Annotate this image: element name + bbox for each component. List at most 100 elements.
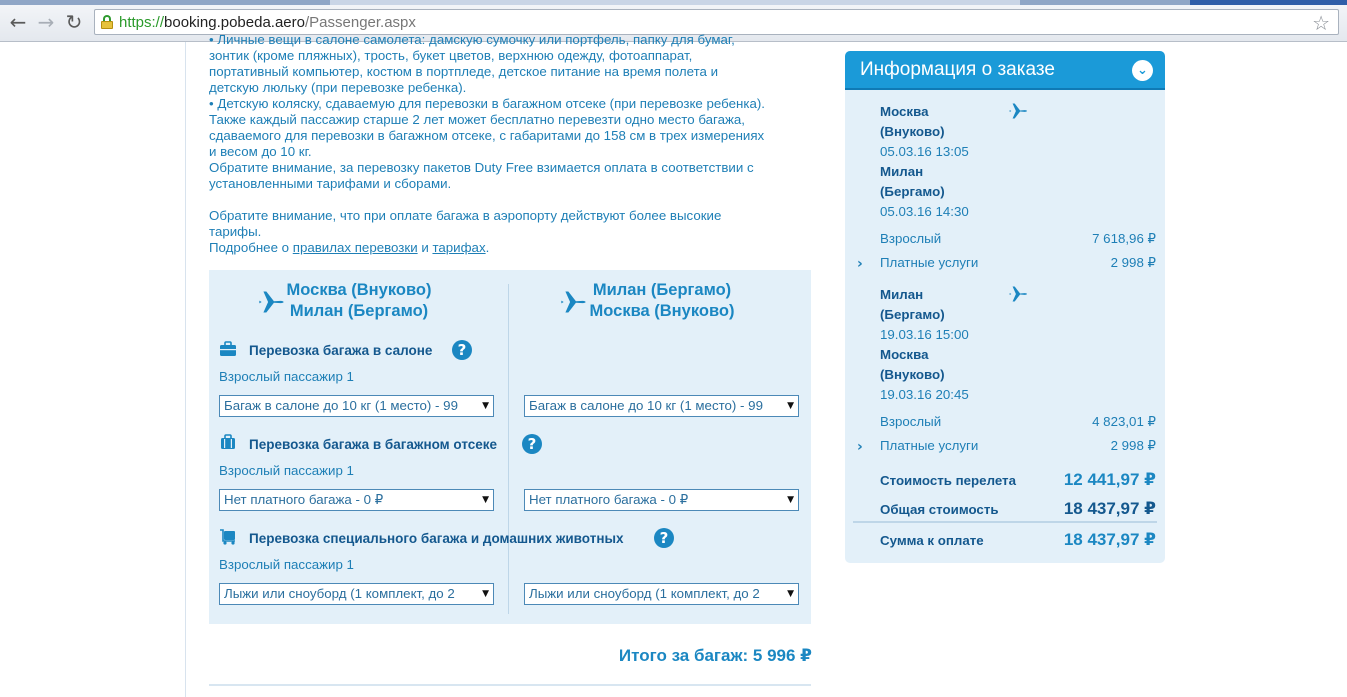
bookmark-star-icon[interactable]: ☆ bbox=[1312, 11, 1330, 35]
luggage-cart-icon bbox=[220, 529, 235, 545]
special-baggage-select-outbound[interactable]: Лыжи или сноуборд (1 комплект, до 2 ▼ bbox=[219, 583, 494, 605]
total-cost-label: Общая стоимость bbox=[880, 502, 999, 517]
select-value: Лыжи или сноуборд (1 комплект, до 2 bbox=[529, 586, 760, 601]
passenger-label: Взрослый пассажир 1 bbox=[219, 369, 354, 384]
services-label: Платные услуги bbox=[880, 255, 979, 270]
panel-divider bbox=[853, 521, 1157, 523]
hold-baggage-select-outbound[interactable]: Нет платного багажа - 0 ₽ ▼ bbox=[219, 489, 494, 511]
hold-help-icon[interactable]: ? bbox=[522, 434, 542, 454]
amount-due-row: Сумма к оплате 18 437,97 ₽ bbox=[880, 530, 1156, 549]
info-line: Обратите внимание, за перевозку пакетов … bbox=[209, 160, 754, 175]
adult-price: 7 618,96 ₽ bbox=[1092, 231, 1156, 246]
depart-time: 19.03.16 15:00 bbox=[880, 327, 969, 342]
info-line: • Личные вещи в салоне самолета: дамскую… bbox=[209, 32, 735, 47]
more-prefix: Подробнее о bbox=[209, 240, 293, 255]
services-price: 2 998 ₽ bbox=[1110, 438, 1156, 453]
plane-icon bbox=[259, 291, 284, 313]
to-city: Милан bbox=[880, 164, 924, 179]
adult-fare-row: Взрослый 4 823,01 ₽ bbox=[880, 414, 1156, 429]
reload-icon[interactable]: ↻ bbox=[62, 10, 86, 34]
arrive-time: 05.03.16 14:30 bbox=[880, 204, 969, 219]
select-value: Нет платного багажа - 0 ₽ bbox=[529, 492, 689, 507]
services-label: Платные услуги bbox=[880, 438, 979, 453]
order-info-title: Информация о заказе bbox=[860, 59, 1055, 80]
select-value: Багаж в салоне до 10 кг (1 место) - 99 bbox=[529, 398, 763, 413]
plane-icon bbox=[1009, 286, 1027, 302]
and-text: и bbox=[417, 240, 433, 255]
info-line: детскую люльку (при перевозке ребенка). bbox=[209, 80, 467, 95]
dropdown-arrow-icon: ▼ bbox=[482, 401, 489, 411]
route-to: Милан (Бергамо) bbox=[289, 302, 429, 320]
dropdown-arrow-icon: ▼ bbox=[482, 495, 489, 505]
select-value: Нет платного багажа - 0 ₽ bbox=[224, 492, 384, 507]
info-line: сдаваемого для перевозки в багажном отсе… bbox=[209, 128, 765, 143]
period: . bbox=[485, 240, 490, 255]
segment-outbound: Москва (Внуково) 05.03.16 13:05 Милан (Б… bbox=[880, 102, 969, 222]
collapse-chevron-icon[interactable]: ⌄ bbox=[1132, 60, 1153, 81]
order-info-header[interactable]: Информация о заказе ⌄ bbox=[845, 51, 1165, 90]
cabin-baggage-title: Перевозка багажа в салоне bbox=[249, 343, 433, 358]
page-content: • Личные вещи в салоне самолета: дамскую… bbox=[0, 32, 1347, 697]
section-divider bbox=[209, 684, 811, 686]
expand-services-icon[interactable]: › bbox=[857, 256, 863, 272]
from-city: Милан bbox=[880, 287, 924, 302]
flight-cost-label: Стоимость перелета bbox=[880, 473, 1016, 488]
tariffs-link[interactable]: тарифах bbox=[432, 240, 485, 255]
briefcase-icon bbox=[220, 341, 236, 356]
info-line: и весом до 10 кг. bbox=[209, 144, 312, 159]
amount-due-value: 18 437,97 ₽ bbox=[1063, 530, 1156, 549]
info-line: установленными тарифами и сборами. bbox=[209, 176, 452, 191]
from-city: Москва bbox=[880, 104, 929, 119]
segment-return: Милан (Бергамо) 19.03.16 15:00 Москва (В… bbox=[880, 285, 969, 405]
special-baggage-title: Перевозка специального багажа и домашних… bbox=[249, 531, 624, 546]
from-airport: (Внуково) bbox=[880, 124, 945, 139]
back-icon[interactable]: ← bbox=[6, 10, 30, 34]
special-help-icon[interactable]: ? bbox=[654, 528, 674, 548]
tab-inactive[interactable] bbox=[330, 0, 1020, 5]
total-cost-row: Общая стоимость 18 437,97 ₽ bbox=[880, 499, 1156, 518]
select-value: Лыжи или сноуборд (1 комплект, до 2 bbox=[224, 586, 455, 601]
cabin-baggage-select-return[interactable]: Багаж в салоне до 10 кг (1 место) - 99 ▼ bbox=[524, 395, 799, 417]
baggage-selection-box: Москва (Внуково) Милан (Бергамо) Милан (… bbox=[209, 270, 811, 624]
expand-services-icon[interactable]: › bbox=[857, 439, 863, 455]
cabin-baggage-select-outbound[interactable]: Багаж в салоне до 10 кг (1 место) - 99 ▼ bbox=[219, 395, 494, 417]
order-info-panel: Информация о заказе ⌄ Москва (Внуково) 0… bbox=[845, 51, 1165, 563]
depart-time: 05.03.16 13:05 bbox=[880, 144, 969, 159]
route-outbound: Москва (Внуково) Милан (Бергамо) bbox=[209, 280, 509, 322]
info-line: портативный компьютер, костюм в портплед… bbox=[209, 64, 719, 79]
cabin-help-icon[interactable]: ? bbox=[452, 340, 472, 360]
suitcase-icon bbox=[221, 434, 235, 449]
adult-label: Взрослый bbox=[880, 231, 942, 246]
paid-services-row[interactable]: Платные услуги 2 998 ₽ bbox=[880, 255, 1156, 270]
to-airport: (Бергамо) bbox=[880, 184, 945, 199]
dropdown-arrow-icon: ▼ bbox=[482, 589, 489, 599]
from-airport: (Бергамо) bbox=[880, 307, 945, 322]
baggage-info-text: • Личные вещи в салоне самолета: дамскую… bbox=[209, 32, 814, 256]
url-text[interactable]: https://booking.pobeda.aero/Passenger.as… bbox=[119, 14, 416, 31]
baggage-total: Итого за багаж: 5 996 ₽ bbox=[618, 646, 812, 665]
route-to: Москва (Внуково) bbox=[589, 302, 735, 320]
direction-divider bbox=[508, 284, 509, 614]
more-info-line: Подробнее о правилах перевозки и тарифах… bbox=[209, 240, 814, 256]
special-baggage-select-return[interactable]: Лыжи или сноуборд (1 комплект, до 2 ▼ bbox=[524, 583, 799, 605]
tab-active[interactable] bbox=[1190, 0, 1347, 5]
url-host: booking.pobeda.aero bbox=[164, 14, 305, 31]
services-price: 2 998 ₽ bbox=[1110, 255, 1156, 270]
forward-icon[interactable]: → bbox=[34, 10, 58, 34]
passenger-label: Взрослый пассажир 1 bbox=[219, 463, 354, 478]
paid-services-row[interactable]: Платные услуги 2 998 ₽ bbox=[880, 438, 1156, 453]
route-from: Милан (Бергамо) bbox=[592, 281, 732, 299]
adult-fare-row: Взрослый 7 618,96 ₽ bbox=[880, 231, 1156, 246]
to-city: Москва bbox=[880, 347, 929, 362]
amount-due-label: Сумма к оплате bbox=[880, 533, 984, 548]
hold-baggage-select-return[interactable]: Нет платного багажа - 0 ₽ ▼ bbox=[524, 489, 799, 511]
select-value: Багаж в салоне до 10 кг (1 место) - 99 bbox=[224, 398, 458, 413]
plane-icon bbox=[561, 291, 586, 313]
url-path: /Passenger.aspx bbox=[305, 14, 416, 31]
rules-link[interactable]: правилах перевозки bbox=[293, 240, 418, 255]
airport-fee-notice-cont: тарифы. bbox=[209, 224, 262, 239]
info-line: • Детскую коляску, сдаваемую для перевоз… bbox=[209, 96, 765, 111]
content-border bbox=[185, 42, 186, 697]
route-from: Москва (Внуково) bbox=[286, 281, 432, 299]
flight-cost-row: Стоимость перелета 12 441,97 ₽ bbox=[880, 470, 1156, 489]
